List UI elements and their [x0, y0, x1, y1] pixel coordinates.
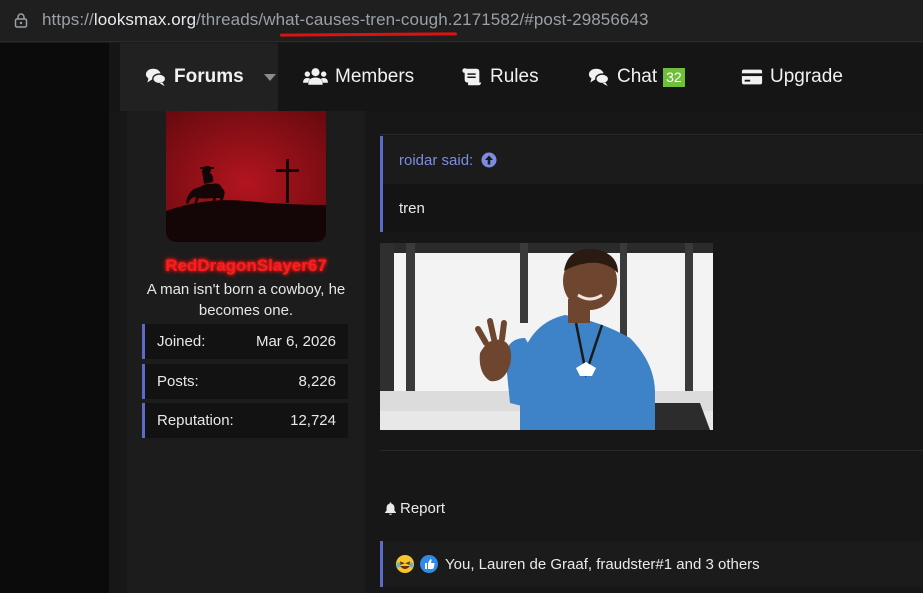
main-nav: Forums Members Rules Chat 32 Upgrade — [109, 43, 923, 111]
nav-rules-label: Rules — [490, 66, 539, 87]
comments-icon — [145, 68, 167, 87]
bell-icon — [385, 502, 396, 515]
chat-count-badge: 32 — [663, 67, 685, 87]
nav-forums[interactable]: Forums — [120, 43, 278, 111]
gif-frame — [380, 243, 713, 430]
url-text[interactable]: https://looksmax.org/threads/what-causes… — [42, 9, 649, 31]
divider — [380, 134, 923, 135]
scroll-icon — [462, 68, 482, 86]
stat-posts: Posts: 8,226 — [142, 364, 348, 399]
red-underline-annotation — [279, 32, 458, 37]
stat-joined-label: Joined: — [157, 333, 206, 350]
card-icon — [741, 69, 763, 85]
browser-address-bar[interactable]: https://looksmax.org/threads/what-causes… — [0, 0, 923, 42]
reactions-bar[interactable]: You, Lauren de Graaf, fraudster#1 and 3 … — [380, 541, 923, 587]
nav-forums-label: Forums — [174, 66, 244, 87]
url-rest: .2171582/#post-29856643 — [447, 10, 649, 29]
url-scheme: https:// — [42, 10, 94, 29]
stat-reputation-value: 12,724 — [290, 412, 336, 429]
stat-joined-value: Mar 6, 2026 — [255, 333, 336, 350]
username[interactable]: RedDragonSlayer67 — [127, 256, 365, 276]
avatar[interactable] — [166, 111, 326, 242]
chat-icon — [588, 68, 610, 87]
url-host: looksmax.org — [93, 10, 197, 29]
arrow-up-circle-icon[interactable] — [481, 152, 497, 168]
user-title: A man isn't born a cowboy, he becomes on… — [146, 281, 346, 319]
quote-header: roidar said: — [380, 136, 923, 184]
screen: https://looksmax.org/threads/what-causes… — [0, 0, 923, 593]
stat-posts-value[interactable]: 8,226 — [298, 373, 336, 390]
avatar-image — [166, 111, 326, 242]
stat-reputation: Reputation: 12,724 — [142, 403, 348, 438]
users-icon — [303, 68, 328, 85]
url-highlight: what-causes-tren-cough — [263, 10, 448, 29]
stat-posts-label: Posts: — [157, 373, 199, 390]
report-label: Report — [400, 500, 446, 517]
reactions-text[interactable]: You, Lauren de Graaf, fraudster#1 and 3 … — [445, 556, 760, 573]
stat-joined: Joined: Mar 6, 2026 — [142, 324, 348, 359]
laughing-emoji-icon — [396, 555, 414, 573]
nav-upgrade[interactable]: Upgrade — [741, 43, 843, 111]
quote-author[interactable]: roidar said: — [399, 152, 473, 169]
chevron-down-icon[interactable] — [263, 73, 276, 81]
like-icon — [420, 555, 438, 573]
divider — [380, 450, 923, 451]
nav-members-label: Members — [335, 66, 415, 87]
nav-chat-label: Chat — [617, 66, 658, 87]
nav-members[interactable]: Members — [303, 43, 414, 111]
quote-body: tren — [380, 184, 923, 232]
url-path-prefix: /threads/ — [196, 10, 264, 29]
stat-reputation-label: Reputation: — [157, 412, 234, 429]
report-link[interactable]: Report — [383, 500, 445, 517]
nav-chat[interactable]: Chat 32 — [588, 43, 685, 111]
gif-image[interactable] — [380, 243, 713, 430]
left-gutter — [0, 43, 109, 593]
lock-icon — [14, 13, 28, 28]
nav-upgrade-label: Upgrade — [770, 66, 843, 87]
nav-rules[interactable]: Rules — [461, 43, 539, 111]
